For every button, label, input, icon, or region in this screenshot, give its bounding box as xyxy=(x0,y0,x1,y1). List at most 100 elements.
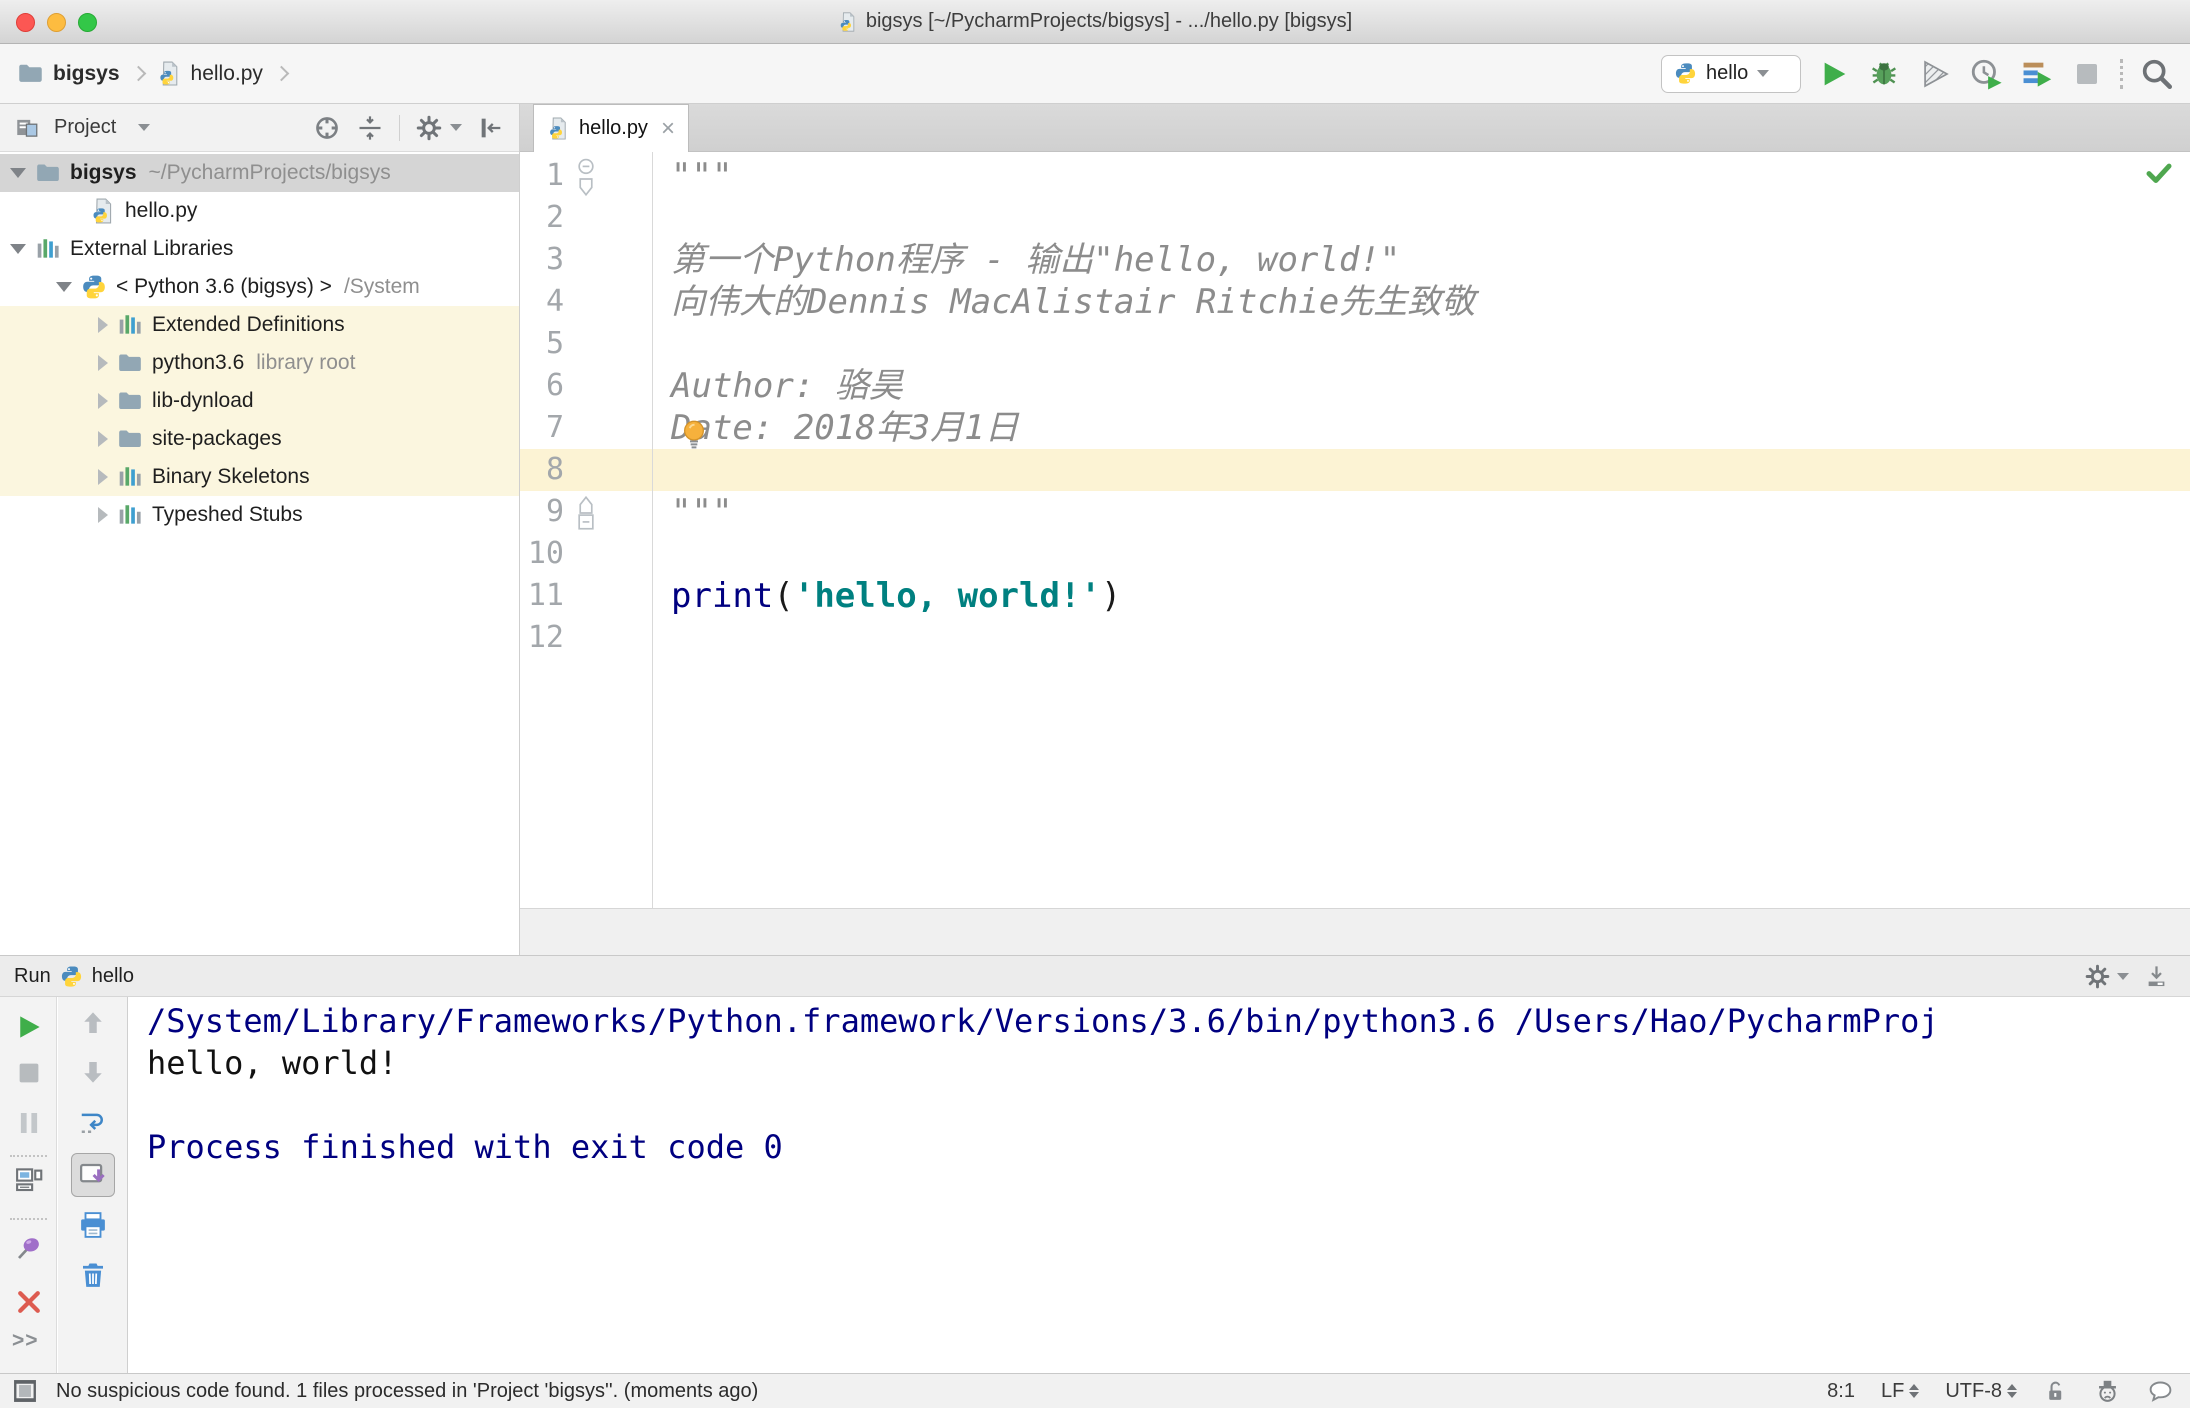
chevron-collapsed-icon[interactable] xyxy=(98,355,108,371)
chevron-collapsed-icon[interactable] xyxy=(98,469,108,485)
inspector-hector-icon[interactable] xyxy=(2094,1378,2121,1405)
pin-tab-button[interactable] xyxy=(14,1233,44,1263)
chevron-expanded-icon[interactable] xyxy=(10,168,26,178)
event-log-bubble-icon[interactable] xyxy=(2147,1378,2174,1405)
run-button[interactable] xyxy=(1818,58,1850,90)
tree-item-python-sdk[interactable]: < Python 3.6 (bigsys) > /System xyxy=(0,268,519,306)
project-panel-title[interactable]: Project xyxy=(54,116,116,139)
minimize-window-button[interactable] xyxy=(47,12,66,32)
run-toolbar-left: >> xyxy=(0,997,57,1373)
concurrency-diagram-button[interactable] xyxy=(2020,57,2054,91)
hide-panel-icon[interactable] xyxy=(2143,963,2170,990)
run-configuration-select[interactable]: hello xyxy=(1661,54,1801,93)
breadcrumb-file[interactable]: hello.py xyxy=(191,62,263,86)
gear-icon[interactable] xyxy=(415,114,443,142)
editor[interactable]: 1 2 3 4 5 6 7 8 9 10 11 12 """ 第一个Python… xyxy=(520,152,2190,908)
line-number: 2 xyxy=(545,200,564,235)
unlocked-icon[interactable] xyxy=(2043,1379,2068,1404)
stop-process-button[interactable] xyxy=(14,1058,44,1088)
line-number: 4 xyxy=(545,284,564,319)
close-window-button[interactable] xyxy=(16,12,35,32)
tree-item-extended-definitions[interactable]: Extended Definitions xyxy=(0,306,519,344)
chevron-down-icon[interactable] xyxy=(138,124,151,131)
tree-item-lib-dynload[interactable]: lib-dynload xyxy=(0,382,519,420)
tree-item-site-packages[interactable]: site-packages xyxy=(0,420,519,458)
chevron-collapsed-icon[interactable] xyxy=(98,507,108,523)
python-logo-icon xyxy=(60,965,83,988)
library-icon xyxy=(117,502,143,528)
editor-scrollbar-strip[interactable] xyxy=(520,908,2190,955)
tree-item-binary-skeletons[interactable]: Binary Skeletons xyxy=(0,458,519,496)
run-panel-title[interactable]: Run xyxy=(14,965,51,988)
python-file-icon xyxy=(90,198,116,224)
collapse-all-icon[interactable] xyxy=(356,114,384,142)
stop-button[interactable] xyxy=(2071,58,2103,90)
title-bar: bigsys [~/PycharmProjects/bigsys] - .../… xyxy=(0,0,2190,44)
prev-occurrence-button[interactable] xyxy=(78,1008,108,1038)
toolbar-separator xyxy=(2120,58,2123,89)
rerun-button[interactable] xyxy=(14,1012,44,1042)
more-actions-icon[interactable]: >> xyxy=(12,1329,39,1353)
tree-item-external-libraries[interactable]: External Libraries xyxy=(0,230,519,268)
profiler-button[interactable] xyxy=(1969,57,2003,91)
chevron-expanded-icon[interactable] xyxy=(56,282,72,292)
print-button[interactable] xyxy=(78,1210,108,1240)
fold-region-start-icon[interactable] xyxy=(574,158,598,200)
toolbar-separator xyxy=(10,1155,47,1157)
updown-icon xyxy=(2007,1384,2017,1398)
tree-item-project-root[interactable]: bigsys ~/PycharmProjects/bigsys xyxy=(0,154,519,192)
tree-item-hello-py[interactable]: hello.py xyxy=(0,192,519,230)
locate-file-icon[interactable] xyxy=(313,114,341,142)
project-view-icon xyxy=(14,115,40,141)
main-area: Project bigsys ~/PycharmProjects/bigsys xyxy=(0,104,2190,955)
console-command-line: /System/Library/Frameworks/Python.framew… xyxy=(147,1002,1939,1040)
tool-window-toggle-icon[interactable] xyxy=(12,1378,38,1404)
chevron-collapsed-icon[interactable] xyxy=(98,431,108,447)
breadcrumb-project[interactable]: bigsys xyxy=(53,62,120,86)
tree-item-python36-library-root[interactable]: python3.6 library root xyxy=(0,344,519,382)
line-number: 6 xyxy=(545,368,564,403)
chevron-collapsed-icon[interactable] xyxy=(98,393,108,409)
fullscreen-window-button[interactable] xyxy=(78,12,97,32)
run-panel-body: >> /System/Library/Frameworks/Python.fra… xyxy=(0,997,2190,1373)
line-number: 8 xyxy=(545,452,564,487)
python-logo-icon xyxy=(1674,62,1697,85)
inspections-ok-icon[interactable] xyxy=(2144,158,2174,188)
next-occurrence-button[interactable] xyxy=(78,1057,108,1087)
folder-icon xyxy=(117,388,143,414)
library-icon xyxy=(117,312,143,338)
scroll-to-end-button[interactable] xyxy=(71,1153,115,1197)
editor-tab-hello-py[interactable]: hello.py × xyxy=(533,104,689,152)
intention-lightbulb-icon[interactable] xyxy=(678,418,710,450)
console-output[interactable]: /System/Library/Frameworks/Python.framew… xyxy=(129,997,2190,1373)
encoding-widget[interactable]: UTF-8 xyxy=(1945,1380,2017,1403)
debug-button[interactable] xyxy=(1867,57,1901,91)
code-line-4: 向伟大的Dennis MacAlistair Ritchie先生致敬 xyxy=(671,282,1476,322)
status-bar: No suspicious code found. 1 files proces… xyxy=(0,1373,2190,1408)
code-line-11: print('hello, world!') xyxy=(671,576,1122,616)
chevron-down-icon xyxy=(1757,70,1770,77)
clear-all-button[interactable] xyxy=(78,1260,108,1290)
restore-layout-button[interactable] xyxy=(14,1165,44,1195)
pause-output-button[interactable] xyxy=(14,1108,44,1138)
search-everywhere-icon[interactable] xyxy=(2140,57,2174,91)
tree-item-typeshed-stubs[interactable]: Typeshed Stubs xyxy=(0,496,519,534)
hide-panel-icon[interactable] xyxy=(477,114,505,142)
scroll-to-end-icon xyxy=(78,1160,108,1190)
run-with-coverage-button[interactable] xyxy=(1918,57,1952,91)
fold-region-end-icon[interactable] xyxy=(574,492,598,534)
line-ending-widget[interactable]: LF xyxy=(1881,1380,1920,1403)
chevron-collapsed-icon[interactable] xyxy=(98,317,108,333)
code-line-7: Date: 2018年3月1日 xyxy=(671,408,1019,448)
close-panel-button[interactable] xyxy=(14,1287,44,1317)
caret-position-widget[interactable]: 8:1 xyxy=(1827,1380,1855,1403)
soft-wrap-button[interactable] xyxy=(78,1108,108,1138)
gear-icon[interactable] xyxy=(2084,963,2111,990)
chevron-expanded-icon[interactable] xyxy=(10,244,26,254)
close-tab-icon[interactable]: × xyxy=(661,116,675,140)
run-config-tab-label[interactable]: hello xyxy=(92,965,134,988)
line-number: 3 xyxy=(545,242,564,277)
